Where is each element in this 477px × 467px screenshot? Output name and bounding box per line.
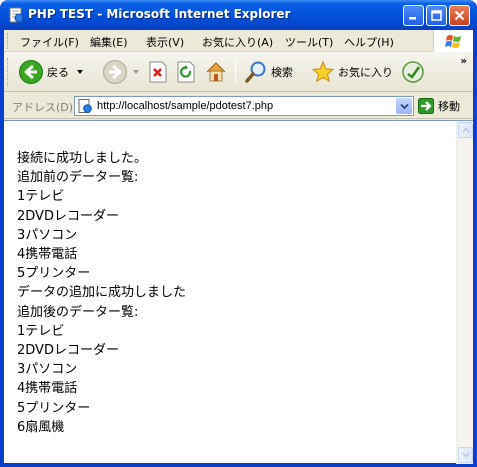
forward-dropdown-icon[interactable] xyxy=(131,68,141,76)
scroll-up-icon xyxy=(461,127,470,133)
maximize-button[interactable] xyxy=(426,5,447,26)
menu-favorites[interactable]: お気に入り(A) xyxy=(202,34,273,50)
standard-toolbar: 戻る 検索 お気に入り » xyxy=(4,52,473,92)
content-line: 4携帯電話 xyxy=(17,381,78,397)
page-icon xyxy=(78,99,92,113)
back-arrow-icon xyxy=(19,60,43,84)
home-icon xyxy=(206,62,226,82)
content-line: 追加後のデーター覧: xyxy=(17,304,139,320)
content-line: 4携帯電話 xyxy=(17,247,78,263)
search-button[interactable]: 検索 xyxy=(244,58,293,86)
address-bar: アドレス(D) http://localhost/sample/pdotest7… xyxy=(4,93,473,119)
menu-view[interactable]: 表示(V) xyxy=(146,34,184,50)
scroll-down-button[interactable] xyxy=(458,447,473,463)
toolbar-separator xyxy=(235,60,236,84)
browser-window: PHP TEST - Microsoft Internet Explorer フ… xyxy=(0,0,477,467)
close-icon xyxy=(454,10,465,21)
go-arrow-icon xyxy=(418,98,434,114)
refresh-button[interactable] xyxy=(176,58,196,86)
address-input[interactable]: http://localhost/sample/pdotest7.php xyxy=(74,96,414,116)
stop-icon xyxy=(149,61,167,83)
favorites-label: お気に入り xyxy=(338,66,393,79)
page-content[interactable]: 接続に成功しました。 追加前のデーター覧: 1テレビ 2DVDレコーダー 3パソ… xyxy=(4,120,473,464)
back-button[interactable]: 戻る xyxy=(18,58,85,86)
minimize-icon xyxy=(409,17,416,20)
menu-help[interactable]: ヘルプ(H) xyxy=(344,34,394,50)
favorites-star-icon xyxy=(311,60,335,83)
content-line: 5プリンター xyxy=(17,400,91,416)
home-button[interactable] xyxy=(204,58,228,86)
close-button[interactable] xyxy=(449,5,470,26)
refresh-icon xyxy=(177,61,195,83)
minimize-button[interactable] xyxy=(403,5,424,26)
go-button[interactable]: 移動 xyxy=(418,98,460,114)
address-url: http://localhost/sample/pdotest7.php xyxy=(97,100,274,112)
chevron-down-icon xyxy=(399,103,409,109)
menu-file[interactable]: ファイル(F) xyxy=(20,34,79,50)
search-icon xyxy=(245,61,266,83)
windows-flag-icon xyxy=(444,35,461,48)
content-line: 1テレビ xyxy=(17,189,65,205)
content-line: データの追加に成功しました xyxy=(17,285,187,301)
address-dropdown-button[interactable] xyxy=(396,98,412,114)
ie-page-icon xyxy=(9,7,24,23)
window-title: PHP TEST - Microsoft Internet Explorer xyxy=(28,7,291,21)
content-line: 5プリンター xyxy=(17,266,91,282)
content-line: 追加前のデーター覧: xyxy=(17,170,139,186)
page-text: 接続に成功しました。 追加前のデーター覧: 1テレビ 2DVDレコーダー 3パソ… xyxy=(17,149,447,437)
back-dropdown-icon[interactable] xyxy=(75,68,85,76)
forward-button[interactable] xyxy=(102,58,141,86)
media-button[interactable] xyxy=(400,58,426,86)
toolbar-grip[interactable] xyxy=(7,58,10,86)
menu-bar: ファイル(F) 編集(E) 表示(V) お気に入り(A) ツール(T) ヘルプ(… xyxy=(4,30,473,52)
vertical-scrollbar[interactable] xyxy=(456,121,473,464)
media-icon xyxy=(402,61,424,83)
content-line: 1テレビ xyxy=(17,323,65,339)
menu-grip[interactable] xyxy=(7,33,10,49)
menu-tools[interactable]: ツール(T) xyxy=(285,34,333,50)
content-line: 6扇風機 xyxy=(17,419,65,435)
stop-button[interactable] xyxy=(148,58,168,86)
title-bar[interactable]: PHP TEST - Microsoft Internet Explorer xyxy=(0,0,477,30)
content-line: 3パソコン xyxy=(17,362,78,378)
toolbar-chevron-icon[interactable]: » xyxy=(461,56,467,67)
scroll-down-icon xyxy=(461,452,470,458)
address-label: アドレス(D) xyxy=(12,101,74,114)
back-label: 戻る xyxy=(47,66,69,79)
favorites-button[interactable]: お気に入り xyxy=(311,58,393,86)
content-line: 接続に成功しました。 xyxy=(17,151,148,166)
windows-logo xyxy=(433,30,473,52)
content-line: 3パソコン xyxy=(17,227,78,243)
menu-edit[interactable]: 編集(E) xyxy=(90,34,128,50)
go-label: 移動 xyxy=(438,100,460,113)
search-label: 検索 xyxy=(271,66,293,79)
content-line: 2DVDレコーダー xyxy=(17,343,119,359)
client-area: ファイル(F) 編集(E) 表示(V) お気に入り(A) ツール(T) ヘルプ(… xyxy=(4,30,473,464)
scroll-up-button[interactable] xyxy=(458,122,473,138)
maximize-icon xyxy=(431,10,442,21)
content-line: 2DVDレコーダー xyxy=(17,208,119,224)
forward-arrow-icon xyxy=(103,60,127,84)
